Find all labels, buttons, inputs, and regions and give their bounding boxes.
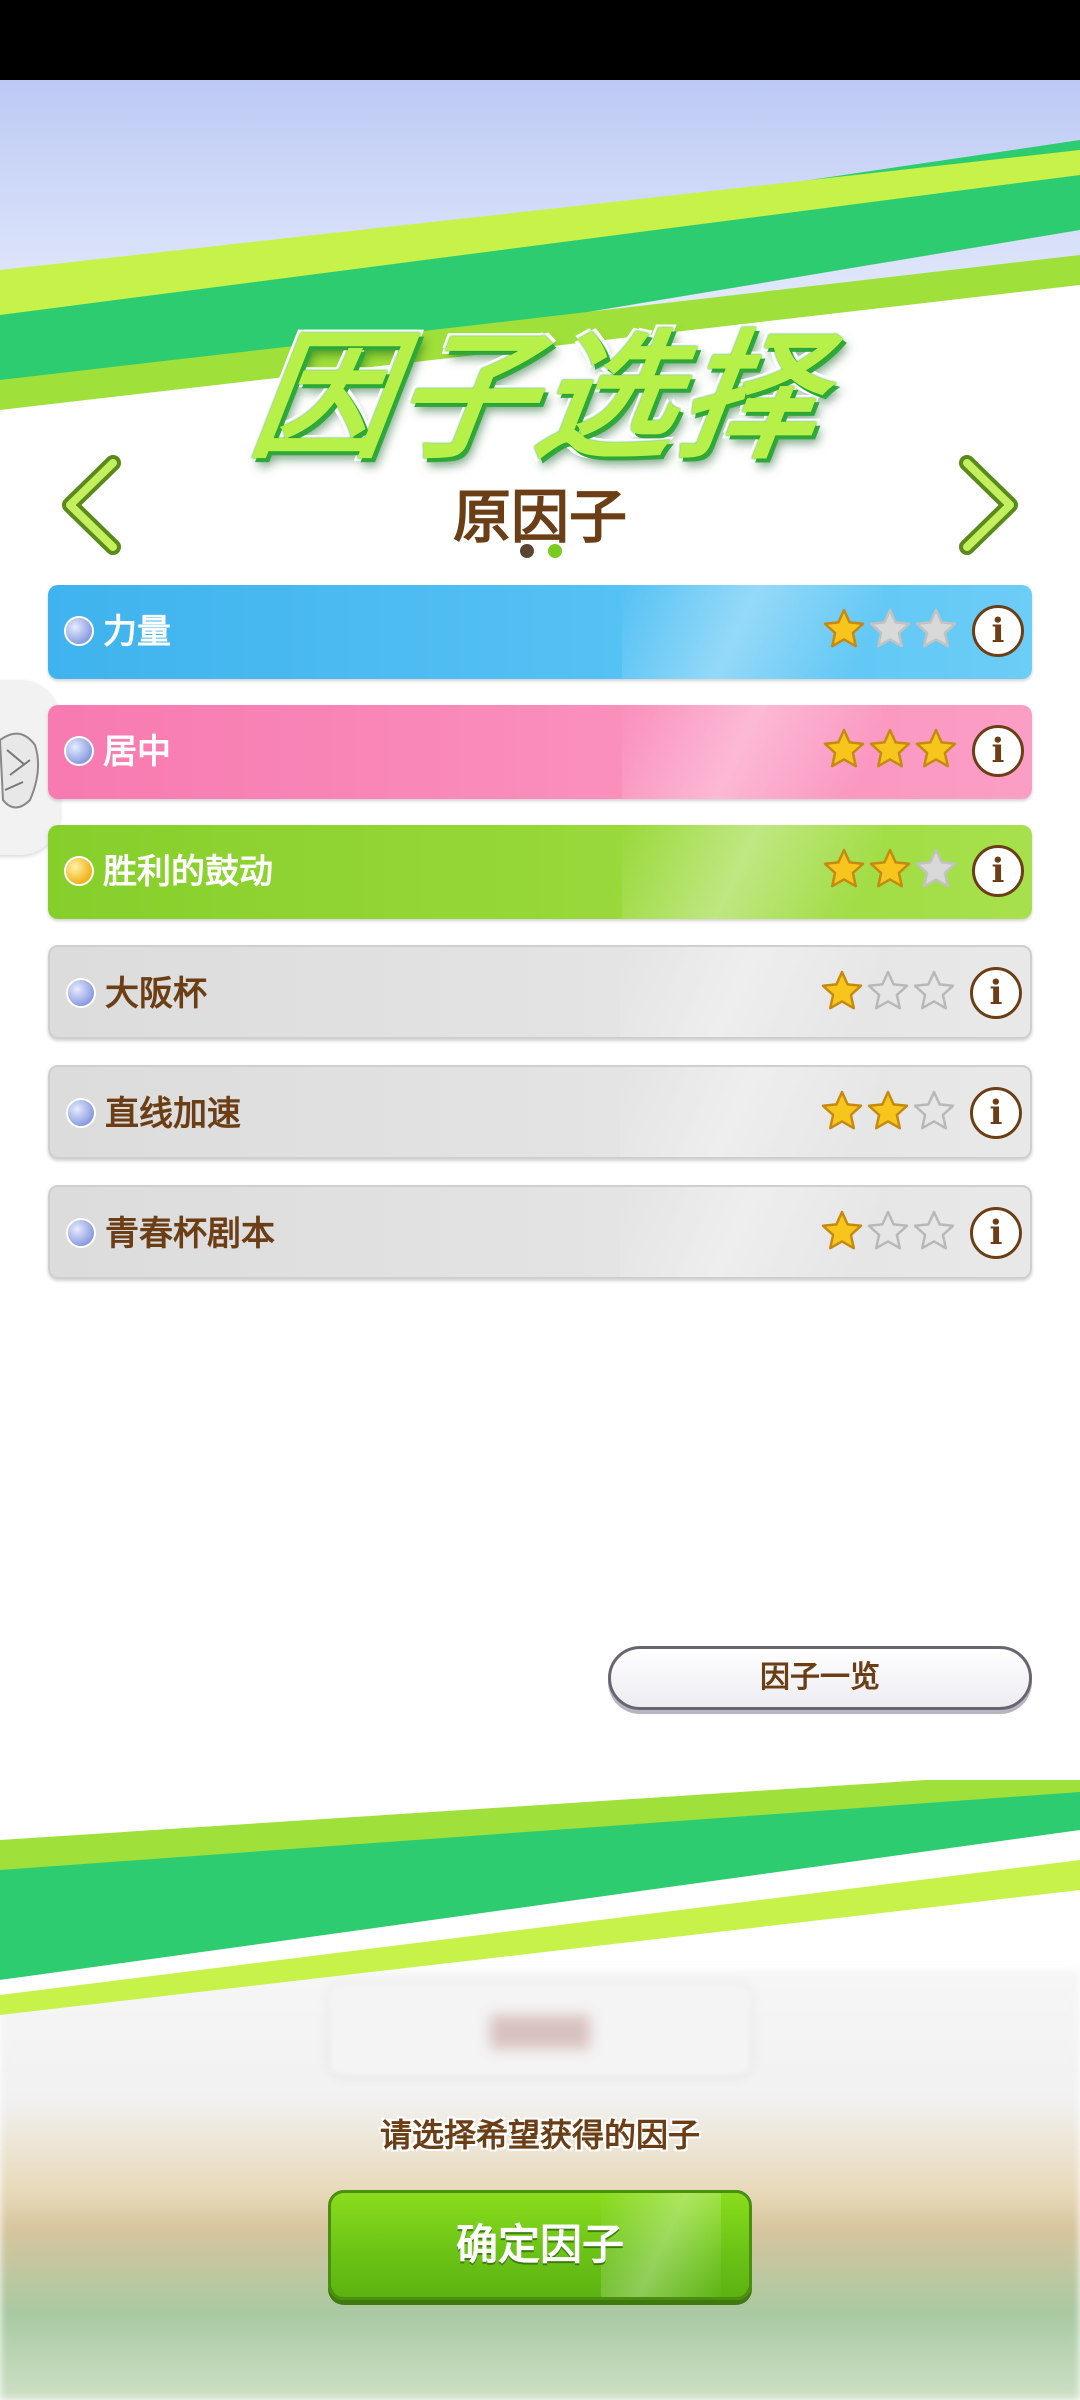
star-filled-icon — [867, 1090, 909, 1130]
star-filled-icon — [821, 1090, 863, 1130]
star-filled-icon — [823, 608, 865, 648]
blurred-card — [330, 1985, 750, 2075]
star-filled-icon — [869, 728, 911, 768]
star-rating — [822, 727, 958, 771]
info-icon[interactable]: i — [972, 605, 1024, 657]
factor-name: 居中 — [103, 732, 171, 772]
star-rating — [822, 607, 958, 651]
page-dot — [520, 544, 534, 558]
orb-icon — [66, 1098, 96, 1128]
info-icon[interactable]: i — [970, 967, 1022, 1019]
factor-row[interactable]: 青春杯剧本 i — [48, 1185, 1032, 1279]
page-dot-active — [548, 544, 562, 558]
orb-icon — [64, 856, 94, 886]
factor-row[interactable]: 胜利的鼓动 i — [48, 825, 1032, 919]
star-filled-icon — [821, 1210, 863, 1250]
factor-list: 力量 i 居中 i 胜利的鼓动 i 大阪杯 i 直线加速 i 青春杯剧本 i — [48, 585, 1032, 1305]
info-icon[interactable]: i — [972, 845, 1024, 897]
page-indicator — [520, 544, 562, 558]
star-empty-icon — [915, 608, 957, 648]
page-title: 因子选择 — [242, 317, 834, 478]
character-avatar-icon — [0, 732, 40, 809]
star-empty-icon — [913, 1090, 955, 1130]
confirm-factor-button[interactable]: 确定因子 — [328, 2190, 752, 2300]
factor-name: 青春杯剧本 — [105, 1214, 275, 1254]
star-filled-icon — [823, 728, 865, 768]
factor-name: 胜利的鼓动 — [103, 852, 273, 892]
factor-list-button-label: 因子一览 — [760, 1660, 880, 1695]
confirm-factor-button-label: 确定因子 — [455, 2220, 624, 2269]
star-empty-icon — [869, 608, 911, 648]
orb-icon — [66, 978, 96, 1008]
factor-list-button[interactable]: 因子一览 — [608, 1646, 1032, 1710]
star-empty-icon — [913, 1210, 955, 1250]
factor-row[interactable]: 居中 i — [48, 705, 1032, 799]
star-rating — [820, 969, 956, 1013]
factor-row[interactable]: 直线加速 i — [48, 1065, 1032, 1159]
orb-icon — [66, 1218, 96, 1248]
star-empty-icon — [867, 970, 909, 1010]
factor-name: 力量 — [103, 612, 171, 652]
factor-row[interactable]: 大阪杯 i — [48, 945, 1032, 1039]
star-filled-icon — [915, 728, 957, 768]
info-icon[interactable]: i — [972, 725, 1024, 777]
header: 因子选择 — [0, 285, 1080, 485]
star-filled-icon — [823, 848, 865, 888]
bottom-background — [0, 1780, 1080, 2400]
star-empty-icon — [913, 970, 955, 1010]
info-icon[interactable]: i — [970, 1207, 1022, 1259]
star-filled-icon — [869, 848, 911, 888]
status-bar — [0, 0, 1080, 80]
star-rating — [822, 847, 958, 891]
info-icon[interactable]: i — [970, 1087, 1022, 1139]
star-filled-icon — [821, 970, 863, 1010]
selection-prompt: 请选择希望获得的因子 — [379, 2116, 700, 2154]
star-empty-icon — [867, 1210, 909, 1250]
factor-name: 大阪杯 — [105, 974, 207, 1014]
star-rating — [820, 1209, 956, 1253]
star-rating — [820, 1089, 956, 1133]
factor-row[interactable]: 力量 i — [48, 585, 1032, 679]
star-empty-icon — [915, 848, 957, 888]
factor-name: 直线加速 — [105, 1094, 241, 1134]
orb-icon — [64, 616, 94, 646]
page-subtitle: 原因子 — [452, 483, 627, 551]
orb-icon — [64, 736, 94, 766]
